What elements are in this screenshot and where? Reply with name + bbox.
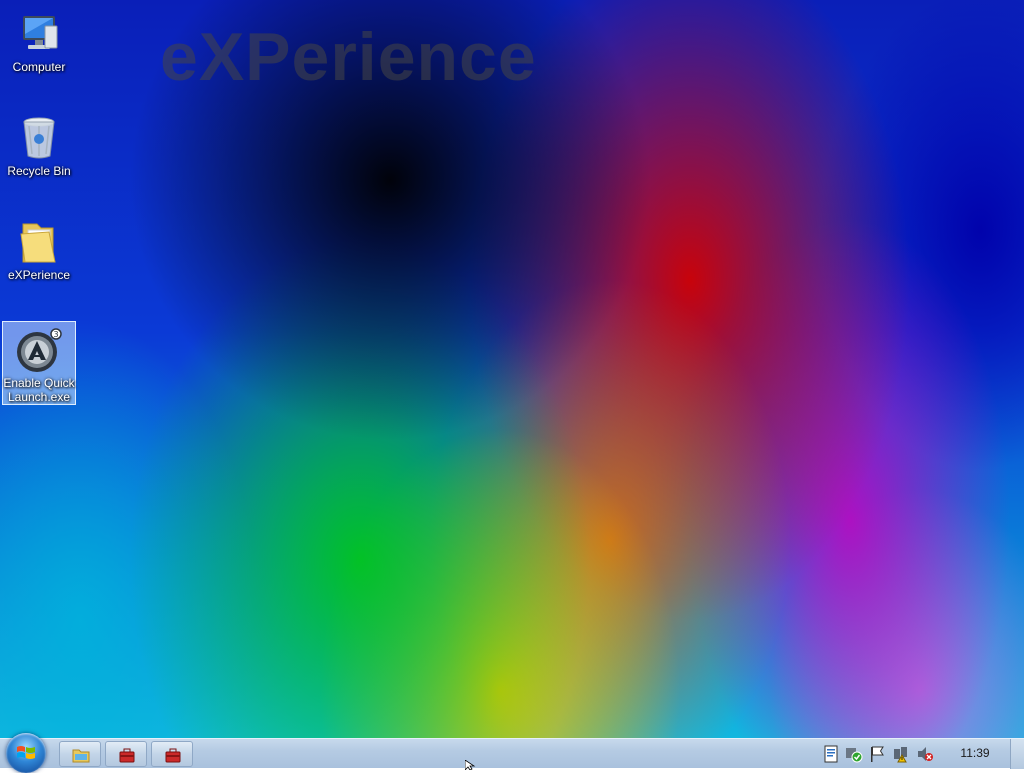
security-shield-icon[interactable] (845, 745, 863, 763)
desktop-icon-label: eXPerience (7, 268, 71, 282)
taskbar-button-toolbox-1[interactable] (105, 741, 147, 767)
action-center-flag-icon[interactable] (868, 745, 886, 763)
clock[interactable]: 11:39 (950, 746, 1000, 760)
desktop-icon-enable-quick-launch[interactable]: 3 Enable Quick Launch.exe (2, 321, 76, 405)
document-icon[interactable] (822, 745, 840, 763)
taskbar-button-toolbox-2[interactable] (151, 741, 193, 767)
autoit-exe-icon: 3 (15, 326, 63, 374)
desktop-icon-experience-folder[interactable]: eXPerience (2, 214, 76, 294)
volume-muted-icon[interactable] (916, 745, 934, 763)
start-button[interactable] (6, 733, 46, 773)
network-warning-icon[interactable] (892, 745, 910, 763)
folder-icon (15, 218, 63, 266)
mouse-cursor-icon (465, 760, 476, 770)
desktop-icon-label: Recycle Bin (7, 164, 71, 178)
computer-icon (15, 10, 63, 58)
folder-explorer-icon (72, 749, 90, 763)
windows-orb-icon (17, 746, 35, 759)
recycle-bin-icon (15, 114, 63, 162)
desktop-icon-computer[interactable]: Computer (2, 6, 76, 86)
desktop-icon-label: Computer (12, 60, 66, 74)
desktop[interactable]: eXPerience Computer Recycle Bin eXPerien… (0, 0, 1024, 738)
toolbox-icon (165, 748, 181, 763)
toolbox-icon (119, 748, 135, 763)
wallpaper-watermark: eXPerience (160, 19, 537, 95)
taskbar-button-explorer[interactable] (59, 741, 101, 767)
show-desktop-button[interactable] (1010, 739, 1024, 769)
taskbar: 11:39 (0, 733, 1024, 773)
desktop-icon-label: Enable Quick Launch.exe (3, 376, 75, 404)
desktop-icon-recycle-bin[interactable]: Recycle Bin (2, 110, 76, 190)
svg-text:3: 3 (53, 330, 58, 339)
